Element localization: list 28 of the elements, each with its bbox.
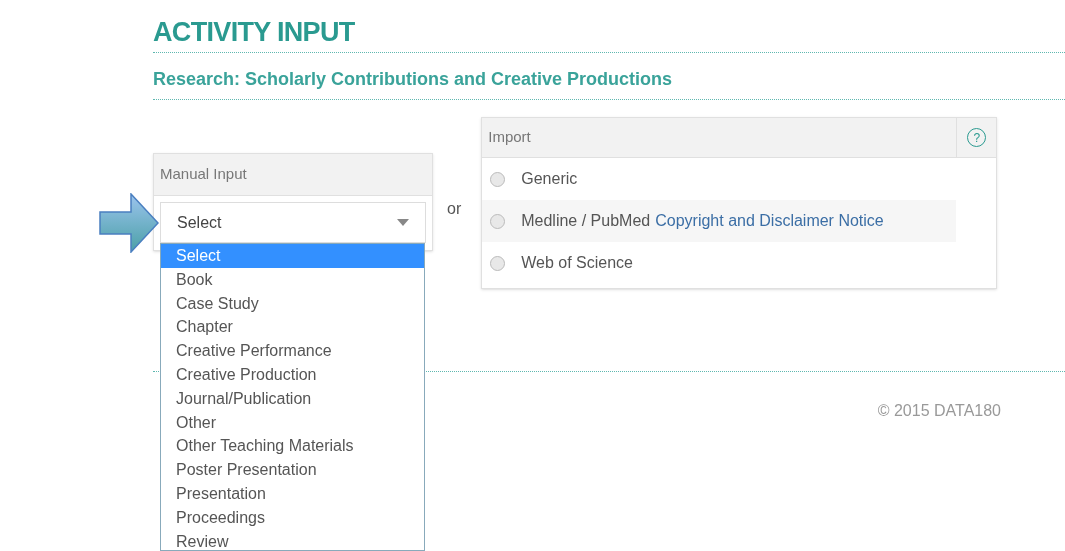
dropdown-option[interactable]: Poster Presentation [161, 458, 424, 482]
dropdown-option[interactable]: Presentation [161, 481, 424, 506]
notice-link[interactable]: Copyright and Disclaimer Notice [655, 209, 884, 233]
dropdown-option[interactable]: Other Teaching Materials [161, 434, 424, 459]
panel-header: Manual Input [154, 154, 432, 196]
or-label: or [447, 199, 462, 219]
dropdown-option[interactable]: Creative Performance [161, 339, 424, 363]
arrow-icon [99, 193, 159, 253]
dropdown-option[interactable]: Chapter [161, 315, 424, 340]
radio-button[interactable] [490, 171, 506, 187]
option-label: Medline / PubMed [521, 211, 651, 231]
copyright-text: © 2015 DATA180 [877, 401, 1001, 421]
caret-icon [397, 219, 409, 226]
dropdown-option[interactable]: Journal/Publication [161, 386, 424, 411]
panel-header: Import [487, 127, 532, 148]
section-subtitle: Research: Scholarly Contributions and Creative Productions [153, 68, 673, 91]
radio-button[interactable] [490, 255, 506, 271]
dropdown-option[interactable]: Review [161, 529, 424, 551]
dropdown-option[interactable]: Book [161, 267, 424, 292]
select-dropdown[interactable]: Select [160, 202, 426, 243]
dropdown-option[interactable]: Case Study [161, 291, 424, 316]
dropdown-option[interactable]: Other [161, 410, 424, 435]
dropdown-option[interactable]: Creative Production [161, 363, 424, 387]
option-label: Generic [521, 169, 578, 189]
radio-button[interactable] [490, 213, 506, 229]
page-title: ACTIVITY INPUT [153, 16, 355, 49]
option-label: Web of Science [521, 253, 633, 273]
dropdown-option[interactable]: Proceedings [161, 505, 424, 530]
